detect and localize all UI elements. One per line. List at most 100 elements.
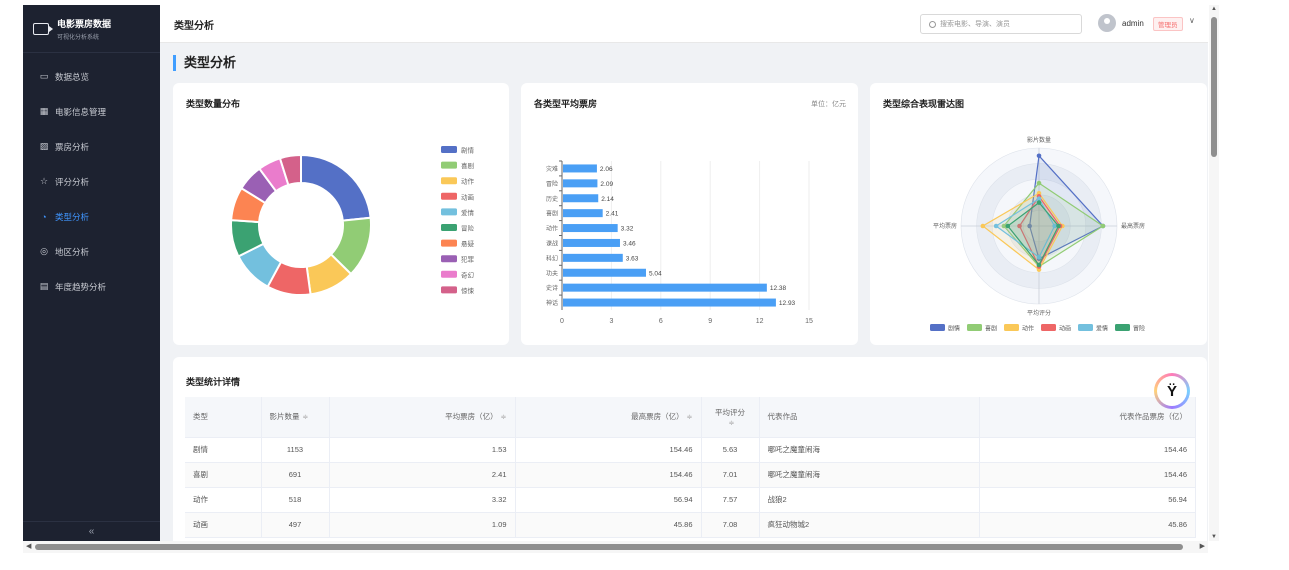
col-avg-rating[interactable]: 平均评分 ≑ <box>701 397 760 438</box>
scroll-left-arrow[interactable]: ◀ <box>26 542 31 550</box>
legend-label: 爱情 <box>461 208 475 217</box>
sidebar-item[interactable]: ☆ 评分分析 <box>23 164 160 199</box>
top-header: 类型分析 搜索电影、导演、演员 admin 管理员 ∨ <box>160 5 1208 43</box>
legend-swatch <box>1115 324 1130 331</box>
app-subtitle: 可视化分析系统 <box>57 34 100 41</box>
assistant-logo-icon: Ÿ <box>1157 376 1187 406</box>
legend-swatch <box>1078 324 1093 331</box>
search-placeholder: 搜索电影、导演、演员 <box>940 21 1010 28</box>
radar-point <box>993 223 999 229</box>
legend-swatch <box>441 286 457 294</box>
sidebar: 电影票房数据 可视化分析系统 ▭ 数据总览 ▦ 电影信息管理 ▨ 票房分析 ☆ 评分分析 ◔ 类型… <box>23 5 160 541</box>
horizontal-scrollbar[interactable]: ◀ ▶ <box>23 541 1208 553</box>
header-title: 类型分析 <box>174 21 214 32</box>
radar-indicator-label: 平均票房 <box>933 222 957 230</box>
radar-point <box>1100 223 1106 229</box>
col-avg-box[interactable]: 平均票房（亿） ≑ <box>329 397 516 438</box>
bar <box>563 238 620 247</box>
legend-label: 悬疑 <box>461 239 475 248</box>
y-tick-label: 神话 <box>546 299 558 307</box>
scroll-right-arrow[interactable]: ▶ <box>1200 542 1205 550</box>
legend-label: 动作 <box>461 177 475 186</box>
legend-swatch <box>441 177 457 185</box>
table-row[interactable]: 喜剧 691 2.41 154.46 7.01 哪吒之魔童闹海 154.46 <box>185 462 1196 488</box>
chevron-down-icon[interactable]: ∨ <box>1189 16 1195 25</box>
table-row[interactable]: 剧情 1153 1.53 154.46 5.63 哪吒之魔童闹海 154.46 <box>185 437 1196 463</box>
table-cell: 疯狂动物城2 <box>759 512 980 538</box>
sidebar-item[interactable]: ▨ 票房分析 <box>23 129 160 164</box>
horizontal-scroll-thumb[interactable] <box>35 544 1183 550</box>
sidebar-item-label: 电影信息管理 <box>55 106 107 117</box>
radar-indicator-label: 影片数量 <box>1027 136 1051 144</box>
radar-chart: 影片数量最高票房平均评分 平均票房剧情 喜剧 动作 动画 爱情 冒险 <box>930 136 1145 333</box>
star-icon: ☆ <box>39 176 49 186</box>
bar <box>563 164 597 173</box>
col-max-box[interactable]: 最高票房（亿） ≑ <box>515 397 702 438</box>
table-cell: 56.94 <box>515 487 702 513</box>
sidebar-item[interactable]: ◎ 地区分析 <box>23 234 160 269</box>
sidebar-item[interactable]: ▦ 电影信息管理 <box>23 94 160 129</box>
sort-icon[interactable]: ≑ <box>729 420 735 427</box>
location-icon: ◎ <box>40 246 48 256</box>
y-tick-label: 史诗 <box>546 284 558 292</box>
col-type: 类型 <box>185 397 262 438</box>
table-cell: 7.01 <box>701 462 760 488</box>
bar <box>563 179 598 188</box>
data-label: 12.93 <box>779 300 796 307</box>
data-label: 2.06 <box>600 166 613 173</box>
search-input[interactable]: 搜索电影、导演、演员 <box>920 14 1082 34</box>
legend-swatch <box>441 192 457 200</box>
table-cell: 691 <box>261 462 330 488</box>
sidebar-item[interactable]: ▭ 数据总览 <box>23 59 160 94</box>
col-count-label: 影片数量 <box>269 412 300 422</box>
data-label: 3.32 <box>621 226 634 233</box>
table-cell: 哪吒之魔童闹海 <box>759 437 980 463</box>
bar <box>563 194 599 203</box>
legend-swatch <box>967 324 982 331</box>
scroll-down-arrow[interactable]: ▼ <box>1209 534 1219 540</box>
user-name[interactable]: admin <box>1122 19 1144 28</box>
table-cell: 5.63 <box>701 437 760 463</box>
table-cell: 45.86 <box>515 512 702 538</box>
data-label: 5.04 <box>649 270 662 277</box>
pie-slice <box>300 153 372 222</box>
y-tick-label: 历史 <box>546 195 558 203</box>
table-row[interactable]: 动作 518 3.32 56.94 7.57 战狼2 56.94 <box>185 487 1196 513</box>
bar <box>563 268 646 277</box>
table-header-row: 类型 影片数量 ≑ 平均票房（亿） ≑ 最高票房（亿） ≑ 平均评分 ≑ 代表作品 代表… <box>185 397 1196 438</box>
vertical-scrollbar[interactable]: ▲ ▼ <box>1209 5 1219 541</box>
avatar[interactable] <box>1098 14 1116 32</box>
sidebar-item[interactable]: ◔ 类型分析 <box>23 199 160 234</box>
bar <box>563 224 618 233</box>
vertical-scroll-thumb[interactable] <box>1211 17 1217 157</box>
legend-label: 冒险 <box>1133 325 1145 333</box>
radar-point <box>1036 262 1042 268</box>
collapse-sidebar-button[interactable]: « <box>23 521 160 541</box>
data-label: 3.46 <box>623 240 636 247</box>
table-cell: 战狼2 <box>759 487 980 513</box>
legend-label: 动画 <box>1059 326 1071 333</box>
table-cell: 45.86 <box>979 512 1196 538</box>
table-cell: 7.57 <box>701 487 760 513</box>
floating-assistant-button[interactable]: Ÿ <box>1154 373 1190 409</box>
data-label: 2.41 <box>606 211 619 218</box>
pie-icon: ◔ <box>41 211 47 222</box>
page-title: 类型分析 <box>173 55 236 71</box>
col-count[interactable]: 影片数量 ≑ <box>261 397 330 438</box>
legend-swatch <box>441 161 457 169</box>
sort-icon[interactable]: ≑ <box>687 414 693 421</box>
app-title: 电影票房数据 <box>57 18 112 29</box>
y-tick-label: 冒险 <box>546 180 558 188</box>
table-cell: 哪吒之魔童闹海 <box>759 462 980 488</box>
bar <box>563 298 776 307</box>
data-label: 2.14 <box>601 196 614 203</box>
y-tick-label: 喜剧 <box>546 210 558 218</box>
radar-chart-card: 类型综合表现雷达图 影片数量 最高票房 平均评分 平均票房 剧情 喜剧 动作 动画 爱情 冒险 <box>870 83 1207 345</box>
table-cell: 154.46 <box>979 462 1196 488</box>
sidebar-item[interactable]: ▤ 年度趋势分析 <box>23 269 160 304</box>
scroll-up-arrow[interactable]: ▲ <box>1209 6 1219 12</box>
sort-icon[interactable]: ≑ <box>303 414 309 421</box>
table-row[interactable]: 动画 497 1.09 45.86 7.08 疯狂动物城2 45.86 <box>185 512 1196 538</box>
sort-icon[interactable]: ≑ <box>501 414 507 421</box>
legend-label: 爱情 <box>1096 325 1108 333</box>
